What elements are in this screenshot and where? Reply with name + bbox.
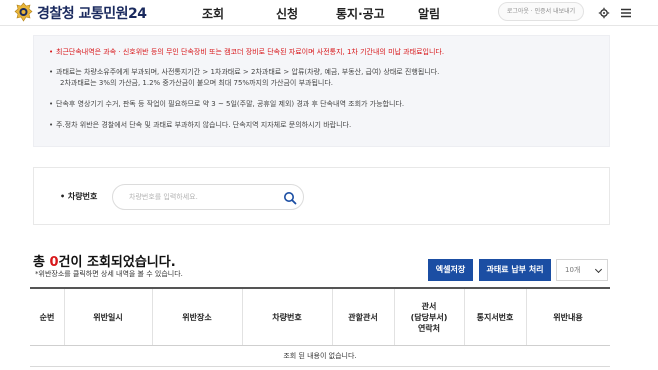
result-hint: *위반장소를 클릭하면 상세 내역을 볼 수 있습니다. (35, 270, 183, 278)
notice-box: • 최근단속내역은 과속 · 신호위반 등의 무인 단속장비 또는 캠코더 장비… (33, 35, 610, 147)
col-header-vehicle: 차량번호 (272, 312, 302, 322)
fine-payment-button[interactable]: 과태료 납부 처리 (479, 259, 551, 281)
notice-bullet: • (49, 48, 54, 56)
col-header-notice-no: 통지서번호 (476, 312, 514, 322)
notice-line-4: 단속후 영상기기 수거, 판독 등 작업이 필요하므로 약 3 ~ 5일(주말,… (56, 100, 405, 108)
page-size-select[interactable]: 10개 (556, 259, 608, 281)
chevron-down-icon (594, 265, 603, 274)
notice-bullet: • (49, 68, 54, 76)
col-header-datetime: 위반일시 (93, 312, 123, 322)
nav-notice[interactable]: 통지·공고 (336, 5, 385, 22)
vehicle-number-input[interactable] (112, 184, 304, 210)
col-header-contact: 관서 (담당부서) 연락처 (410, 301, 448, 333)
notice-bullet: • (49, 100, 54, 108)
login-button[interactable]: 로그아웃 · 인증서 내보내기 (498, 2, 584, 21)
site-logo[interactable]: 경찰청 교통민원24 (14, 2, 147, 23)
search-label: • 차량번호 (60, 192, 98, 201)
notice-bullet: • (49, 121, 54, 129)
notice-line-1: 최근단속내역은 과속 · 신호위반 등의 무인 단속장비 또는 캠코더 장비로 … (56, 48, 445, 56)
empty-result-message: 조회 된 내용이 없습니다. (283, 352, 357, 360)
nav-inquiry[interactable]: 조회 (202, 5, 224, 22)
col-header-office: 관할관서 (348, 312, 378, 322)
site-title: 경찰청 교통민원24 (37, 5, 147, 22)
result-count-title: 총 0건이 조회되었습니다. (33, 255, 176, 270)
notice-line-2: 과태료는 차량소유주에게 부과되며, 사전통지기간 > 1차과태료 > 2차과태… (56, 68, 440, 76)
col-header-location: 위반장소 (182, 312, 212, 322)
notice-line-3: 2차과태료는 3%의 가산금, 1.2% 중가산금이 붙으며 최대 75%까지의… (60, 79, 334, 87)
settings-icon[interactable] (598, 4, 610, 23)
nav-apply[interactable]: 신청 (276, 5, 298, 22)
col-header-index: 순번 (39, 312, 55, 322)
police-emblem-icon (14, 2, 33, 23)
search-panel: • 차량번호 (33, 167, 610, 225)
top-header: 경찰청 교통민원24 조회 신청 통지·공고 알림 로그아웃 · 인증서 내보내… (0, 0, 658, 26)
notice-line-5: 주.정차 위반은 경찰에서 단속 및 과태료 부과하지 않습니다. 단속지역 지… (56, 121, 352, 129)
search-icon[interactable] (283, 190, 297, 205)
col-header-content: 위반내용 (553, 312, 583, 322)
menu-icon[interactable] (620, 4, 632, 23)
result-count: 0 (49, 255, 59, 270)
violation-table: 순번 위반일시 위반장소 차량번호 관할관서 관서 (담당부서) 연락처 통지서… (30, 287, 610, 367)
excel-save-button[interactable]: 엑셀저장 (428, 259, 473, 281)
nav-alerts[interactable]: 알림 (418, 5, 440, 22)
